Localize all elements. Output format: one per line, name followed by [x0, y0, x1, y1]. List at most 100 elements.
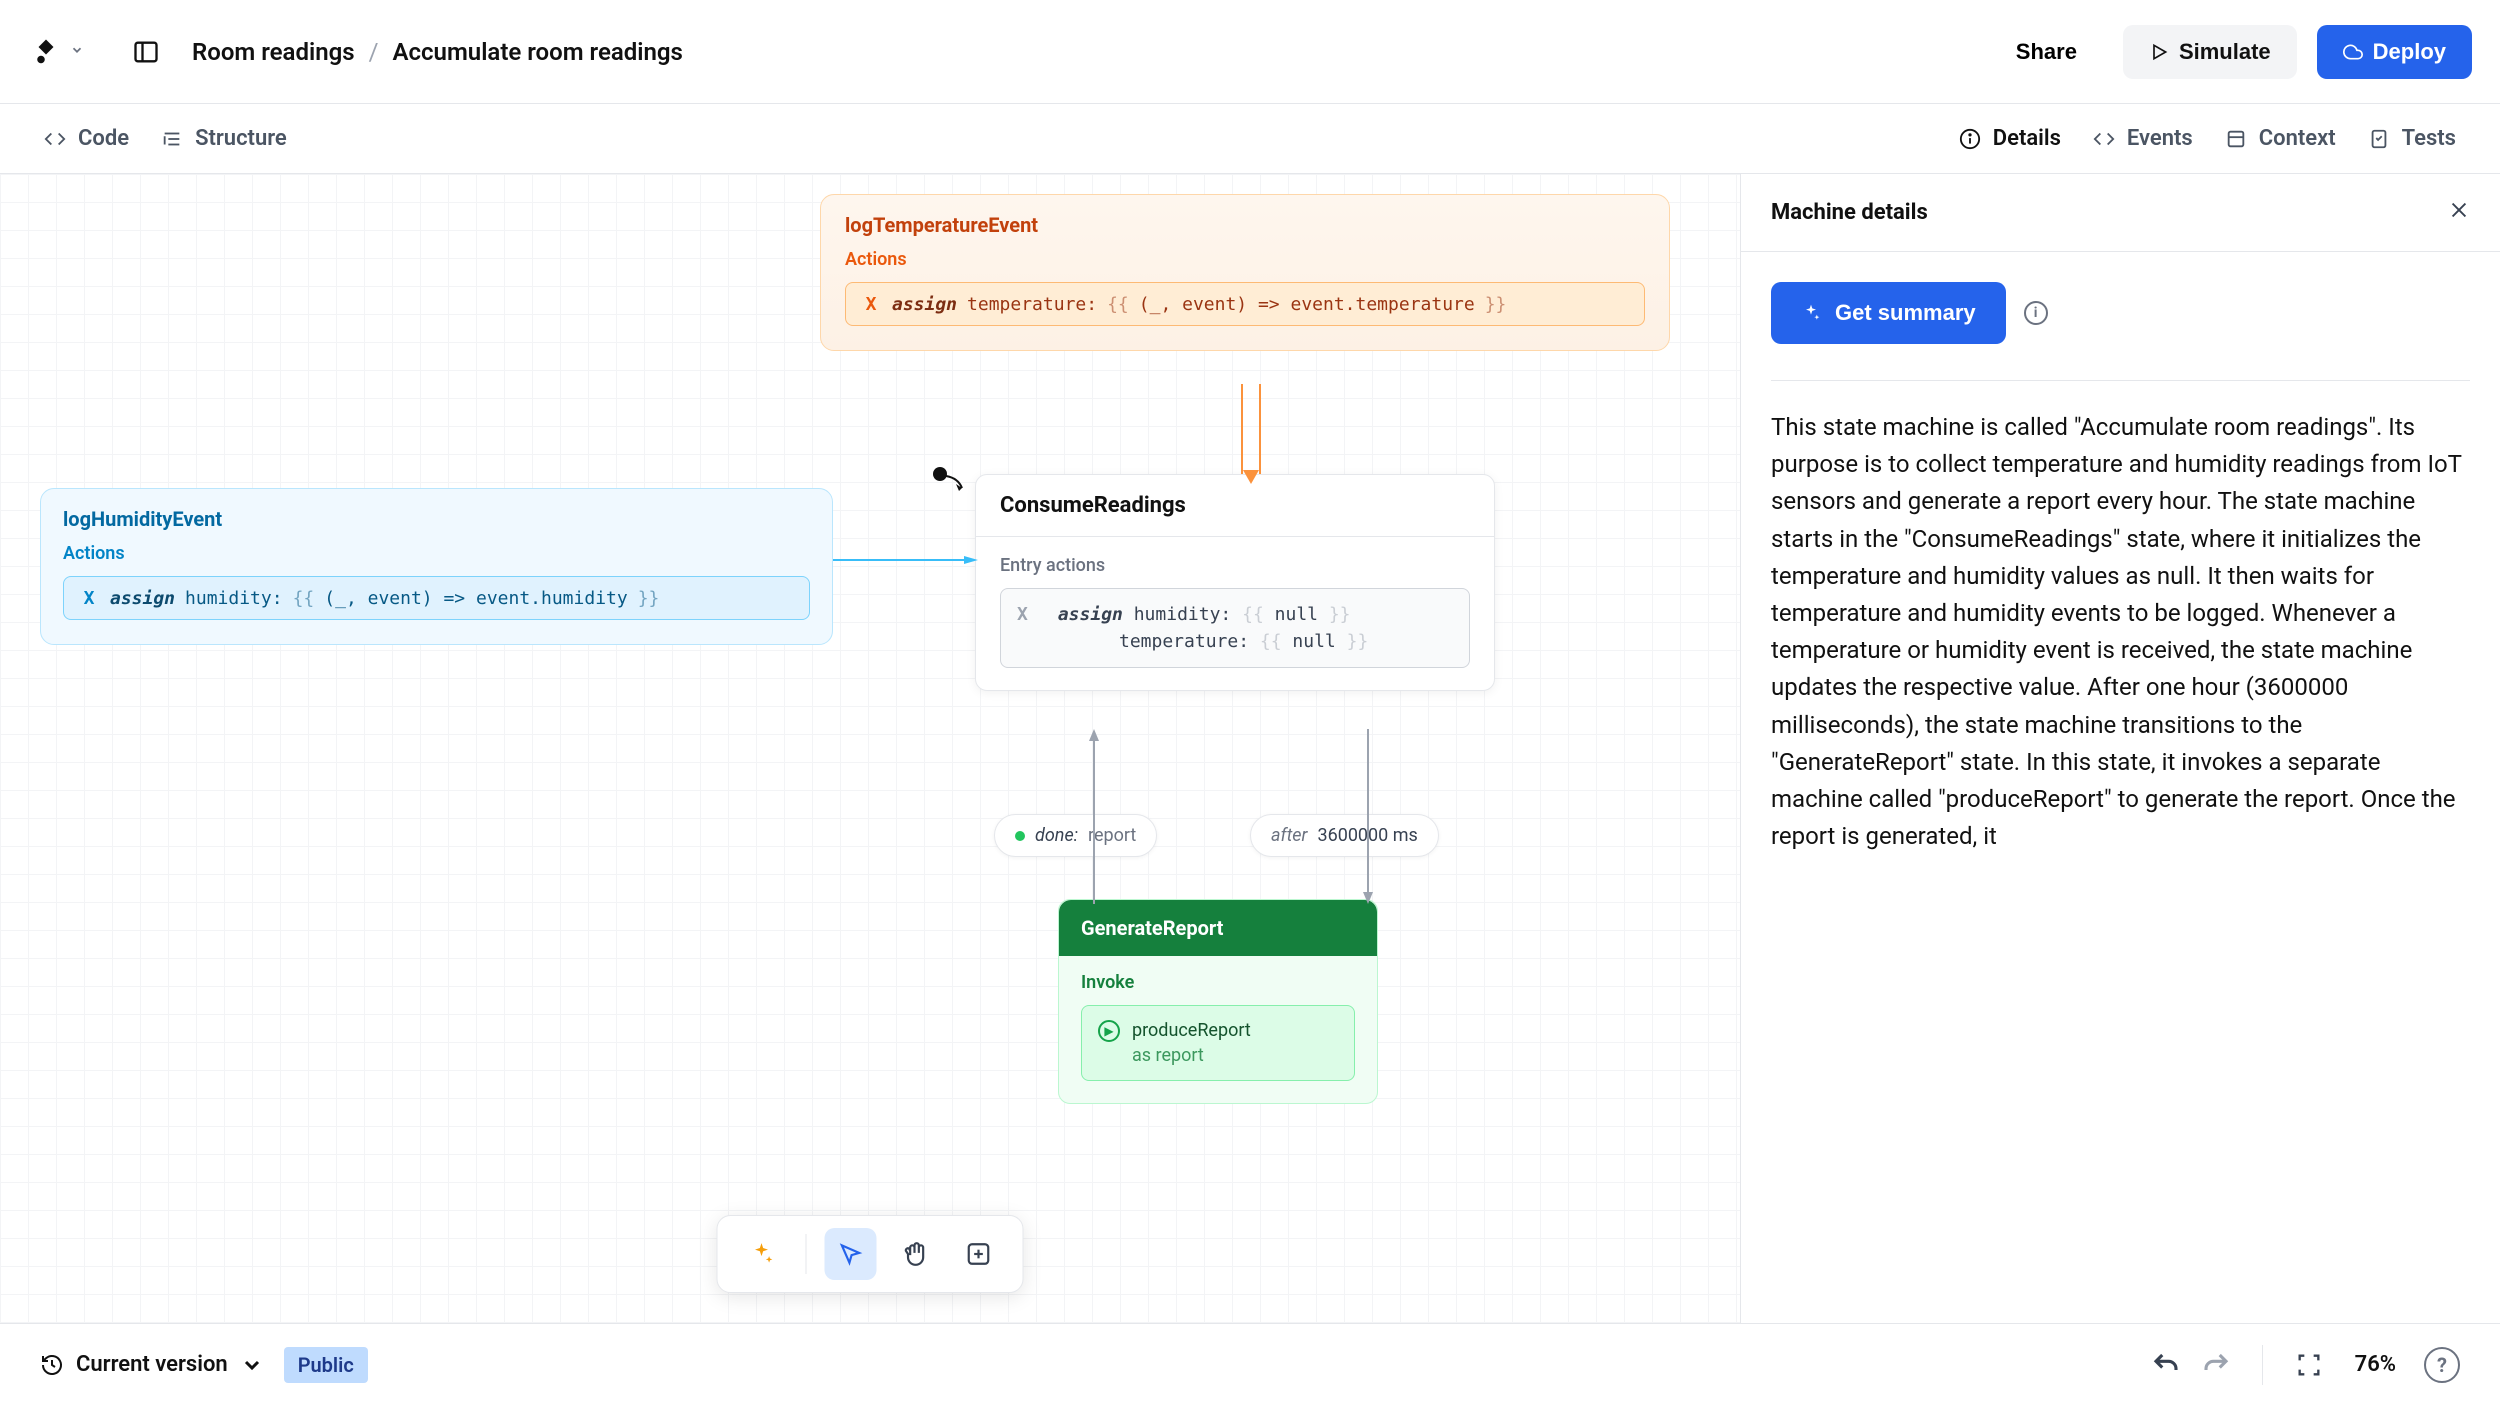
history-icon [40, 1353, 64, 1377]
redo-icon [2201, 1350, 2231, 1380]
entry-actions-label: Entry actions [1000, 555, 1470, 576]
tab-context[interactable]: Context [2209, 126, 2352, 151]
tab-events[interactable]: Events [2077, 126, 2209, 151]
brace-open: {{ [1107, 294, 1129, 315]
assign-key: humidity: [1134, 604, 1232, 625]
actions-label: Actions [63, 543, 810, 564]
state-title: ConsumeReadings [976, 475, 1494, 537]
state-body: Entry actions X assign humidity: {{ null… [976, 537, 1494, 690]
code-icon [44, 128, 66, 150]
divider [1771, 380, 2470, 381]
canvas[interactable]: logTemperatureEvent Actions X assign tem… [0, 174, 1740, 1323]
transition-after[interactable]: after 3600000 ms [1250, 814, 1439, 857]
summary-text: This state machine is called "Accumulate… [1771, 409, 2470, 855]
undo-redo-group [2148, 1347, 2234, 1383]
initial-state-marker [930, 466, 970, 496]
tab-tests[interactable]: Tests [2352, 126, 2472, 151]
assign-expr: (_, event) => event.temperature [1139, 294, 1475, 315]
breadcrumb: Room readings / Accumulate room readings [192, 38, 683, 66]
app-logo[interactable] [28, 34, 64, 70]
invoke-sub: as report [1132, 1043, 1251, 1068]
expand-icon [2295, 1351, 2323, 1379]
state-body: Invoke ▶ produceReport as report [1059, 956, 1377, 1103]
fit-screen-button[interactable] [2291, 1347, 2327, 1383]
assign-key: temperature: [967, 294, 1097, 315]
done-value: report [1088, 825, 1136, 846]
get-summary-button[interactable]: Get summary [1771, 282, 2006, 344]
share-label: Share [2016, 39, 2077, 65]
panel-toggle-icon[interactable] [132, 38, 160, 66]
sidebar-header: Machine details [1741, 174, 2500, 252]
canvas-toolbar [717, 1215, 1024, 1293]
tool-add[interactable] [953, 1228, 1005, 1280]
visibility-badge[interactable]: Public [284, 1347, 368, 1383]
invoke-play-icon: ▶ [1098, 1020, 1120, 1042]
footer-right: 76% ? [2148, 1345, 2460, 1385]
simulate-button[interactable]: Simulate [2123, 25, 2297, 79]
chevron-down-icon [240, 1353, 264, 1377]
after-value: 3600000 ms [1317, 825, 1417, 846]
tool-ai-sparkle[interactable] [736, 1228, 788, 1280]
tool-pointer[interactable] [825, 1228, 877, 1280]
app-menu-chevron-icon[interactable] [70, 43, 84, 61]
deploy-button[interactable]: Deploy [2317, 25, 2472, 79]
assign-action-humidity[interactable]: X assign humidity: {{ (_, event) => even… [63, 576, 810, 620]
plus-square-icon [966, 1241, 992, 1267]
assign-action-temperature[interactable]: X assign temperature: {{ (_, event) => e… [845, 282, 1645, 326]
toolbar-separator [806, 1234, 807, 1274]
brace-open: {{ [1242, 604, 1264, 625]
right-tabs: Details Events Context Tests [1943, 126, 2472, 151]
transition-done[interactable]: done: report [994, 814, 1157, 857]
event-title: logTemperatureEvent [845, 213, 1645, 237]
tab-code-label: Code [78, 126, 129, 151]
sidebar-title: Machine details [1771, 200, 1928, 225]
redo-button[interactable] [2198, 1347, 2234, 1383]
footer-bar: Current version Public 76% ? [0, 1323, 2500, 1405]
close-icon [2448, 199, 2470, 221]
edge-humidity-to-consume [833, 552, 978, 560]
state-generate-report[interactable]: GenerateReport Invoke ▶ produceReport as… [1058, 899, 1378, 1104]
top-header: Room readings / Accumulate room readings… [0, 0, 2500, 104]
event-node-temperature[interactable]: logTemperatureEvent Actions X assign tem… [820, 194, 1670, 351]
tab-structure-label: Structure [195, 126, 287, 151]
breadcrumb-root[interactable]: Room readings [192, 38, 355, 66]
help-button[interactable]: ? [2424, 1347, 2460, 1383]
tool-hand[interactable] [889, 1228, 941, 1280]
assign-x-icon: X [1017, 601, 1039, 623]
brace-close: }} [1329, 604, 1351, 625]
summary-info-icon[interactable]: i [2024, 301, 2048, 325]
brace-close: }} [638, 588, 660, 609]
assign-key: humidity: [185, 588, 283, 609]
close-sidebar-button[interactable] [2448, 199, 2470, 227]
zoom-level[interactable]: 76% [2355, 1352, 2396, 1377]
events-icon [2093, 128, 2115, 150]
context-icon [2225, 128, 2247, 150]
sparkle-icon [749, 1241, 775, 1267]
tab-details[interactable]: Details [1943, 126, 2077, 151]
invoke-action[interactable]: ▶ produceReport as report [1081, 1005, 1355, 1081]
summary-button-label: Get summary [1835, 300, 1976, 326]
details-sidebar: Machine details Get summary i This state… [1740, 174, 2500, 1323]
assign-keyword: assign [892, 294, 957, 315]
footer-left: Current version Public [40, 1347, 368, 1383]
tab-code[interactable]: Code [28, 104, 145, 173]
sub-header: Code Structure Details Events Context Te… [0, 104, 2500, 174]
hand-icon [902, 1241, 928, 1267]
brace-open: {{ [1260, 631, 1282, 652]
share-button[interactable]: Share [1990, 25, 2103, 79]
state-consume-readings[interactable]: ConsumeReadings Entry actions X assign h… [975, 474, 1495, 691]
event-node-humidity[interactable]: logHumidityEvent Actions X assign humidi… [40, 488, 833, 645]
pointer-icon [838, 1241, 864, 1267]
header-actions: Share Simulate Deploy [1990, 25, 2472, 79]
state-title: GenerateReport [1059, 900, 1377, 956]
tab-structure[interactable]: Structure [145, 104, 303, 173]
breadcrumb-current[interactable]: Accumulate room readings [393, 38, 683, 66]
invoke-label: Invoke [1081, 972, 1355, 993]
assign-key: temperature: [1119, 631, 1249, 652]
entry-assign-action[interactable]: X assign humidity: {{ null }} temperatur… [1000, 588, 1470, 668]
sparkle-icon [1801, 303, 1821, 323]
undo-button[interactable] [2148, 1347, 2184, 1383]
footer-separator [2262, 1345, 2263, 1385]
assign-expr: (_, event) => event.humidity [324, 588, 627, 609]
version-selector[interactable]: Current version [40, 1352, 264, 1377]
